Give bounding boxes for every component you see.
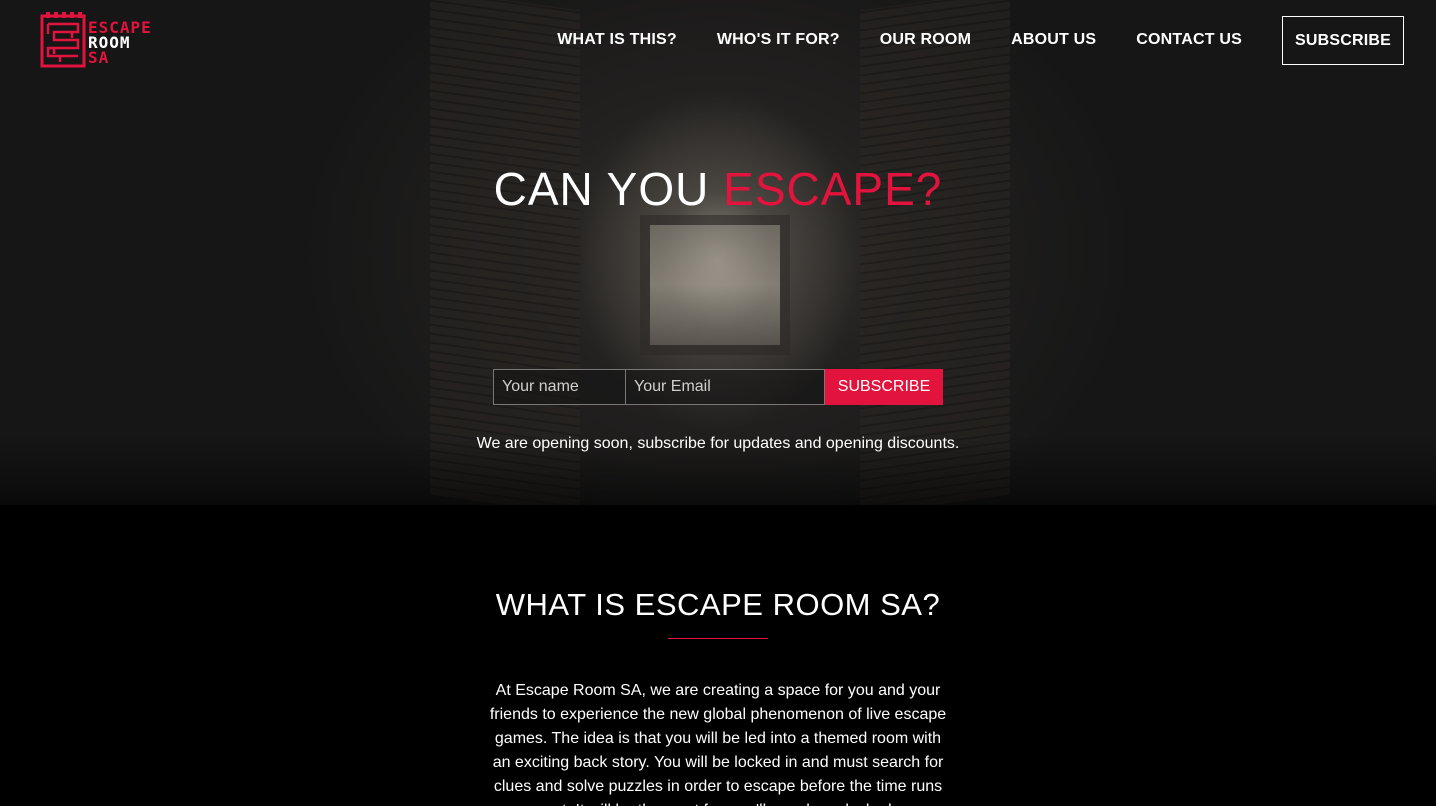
maze-castle-icon (40, 12, 86, 68)
brand-wordmark: ESCAPE ROOM SA (88, 20, 152, 67)
hero-headline-prefix: CAN YOU (493, 163, 724, 215)
subscribe-submit-button[interactable]: SUBSCRIBE (825, 369, 943, 405)
opening-notice: We are opening soon, subscribe for updat… (476, 435, 960, 452)
email-input[interactable] (626, 369, 825, 405)
brand-line-sa: SA (88, 48, 110, 67)
nav-item-about-us[interactable]: ABOUT US (1011, 31, 1096, 49)
subscribe-form: SUBSCRIBE (493, 369, 943, 405)
what-is-section: WHAT IS ESCAPE ROOM SA? At Escape Room S… (0, 505, 1436, 806)
section-body: At Escape Room SA, we are creating a spa… (489, 682, 947, 806)
hero-background-doorway (640, 215, 790, 355)
nav-item-contact-us[interactable]: CONTACT US (1136, 31, 1242, 49)
nav-subscribe-button[interactable]: SUBSCRIBE (1281, 15, 1404, 65)
nav-item-what-is-this[interactable]: WHAT IS THIS? (557, 31, 677, 49)
name-input[interactable] (493, 369, 626, 405)
nav-item-whos-it-for[interactable]: WHO'S IT FOR? (717, 31, 840, 49)
main-nav: WHAT IS THIS? WHO'S IT FOR? OUR ROOM ABO… (517, 0, 1404, 80)
hero-headline: CAN YOU ESCAPE? (0, 162, 1436, 216)
section-title: WHAT IS ESCAPE ROOM SA? (495, 587, 941, 622)
nav-item-our-room[interactable]: OUR ROOM (880, 31, 971, 49)
section-divider (668, 638, 768, 639)
hero-headline-accent: ESCAPE? (723, 163, 943, 215)
